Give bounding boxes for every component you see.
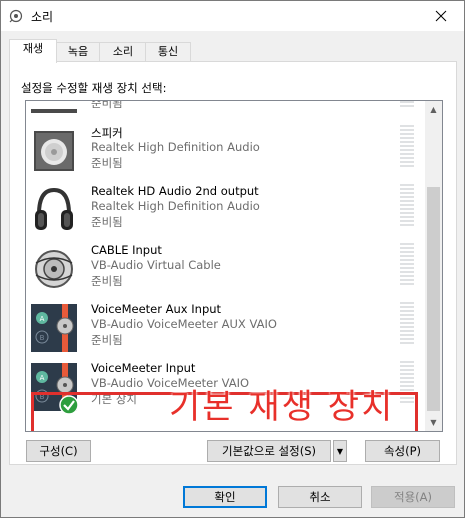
svg-text:B: B [40,334,45,342]
tab-recording[interactable]: 녹음 [55,42,101,62]
device-status: 준비됨 [91,333,123,347]
ok-button[interactable]: 확인 [183,486,267,508]
set-default-button[interactable]: 기본값으로 설정(S) [207,440,331,462]
device-driver: Realtek High Definition Audio [91,140,260,154]
cable-icon [35,250,73,288]
cancel-button[interactable]: 취소 [278,486,362,508]
list-item-device[interactable]: 준비됨 [26,100,425,120]
window-title: 소리 [31,10,54,24]
device-driver: VB-Audio Virtual Cable [91,258,221,272]
device-status: 준비됨 [91,100,123,110]
sound-dialog: 소리 재생 녹음 소리 통신 설정을 수정할 재생 장치 선택: 준비됨 스피커… [0,0,465,518]
scroll-down-arrow-icon[interactable]: ▼ [425,414,442,431]
list-item-device[interactable]: Realtek HD Audio 2nd output Realtek High… [26,180,425,239]
vertical-scrollbar[interactable]: ▲ ▼ [425,101,442,431]
sound-app-icon [9,9,23,23]
level-meter [400,243,414,287]
chevron-down-icon: ▼ [336,446,344,456]
device-name: VoiceMeeter Aux Input [91,302,222,316]
device-status: 준비됨 [91,215,123,229]
configure-button[interactable]: 구성(C) [26,440,91,462]
level-meter [400,302,414,346]
scroll-thumb[interactable] [427,187,440,411]
speaker-icon [34,131,74,171]
properties-button[interactable]: 속성(P) [365,440,440,462]
device-status: 준비됨 [91,274,123,288]
close-icon [435,10,447,22]
tab-playback[interactable]: 재생 [9,39,57,63]
svg-text:A: A [40,374,45,382]
title-bar[interactable]: 소리 [1,1,464,31]
set-default-dropdown[interactable]: ▼ [333,440,347,462]
tab-communications[interactable]: 통신 [145,42,191,62]
select-device-prompt: 설정을 수정할 재생 장치 선택: [21,81,167,95]
apply-button: 적용(A) [371,486,455,508]
list-item-device[interactable]: CABLE Input VB-Audio Virtual Cable 준비됨 [26,239,425,298]
list-item-device[interactable]: A B VoiceMeeter Aux Input VB-Audio Voice… [26,298,425,357]
level-meter [400,184,414,228]
device-name: VoiceMeeter Input [91,361,196,375]
list-item-device[interactable]: 스피커 Realtek High Definition Audio 준비됨 [26,121,425,180]
tab-sounds[interactable]: 소리 [99,42,147,62]
device-status: 준비됨 [91,156,123,170]
device-name: Realtek HD Audio 2nd output [91,184,259,198]
device-name: 스피커 [91,126,123,140]
device-driver: Realtek High Definition Audio [91,199,260,213]
scroll-up-arrow-icon[interactable]: ▲ [425,101,442,118]
tab-label: 통신 [157,45,179,58]
device-name: CABLE Input [91,243,162,257]
monitor-icon [31,109,77,113]
tab-label: 재생 [22,42,44,55]
device-driver: VB-Audio VoiceMeeter AUX VAIO [91,317,277,331]
tab-label: 소리 [112,45,134,58]
level-meter [400,125,414,169]
svg-text:A: A [40,315,45,323]
tab-label: 녹음 [67,45,89,58]
level-meter [400,101,414,109]
close-button[interactable] [418,1,464,31]
voicemeeter-icon: A B [31,304,77,352]
annotation-label: 기본 재생 장치 [169,387,395,427]
headphones-icon [35,187,73,230]
